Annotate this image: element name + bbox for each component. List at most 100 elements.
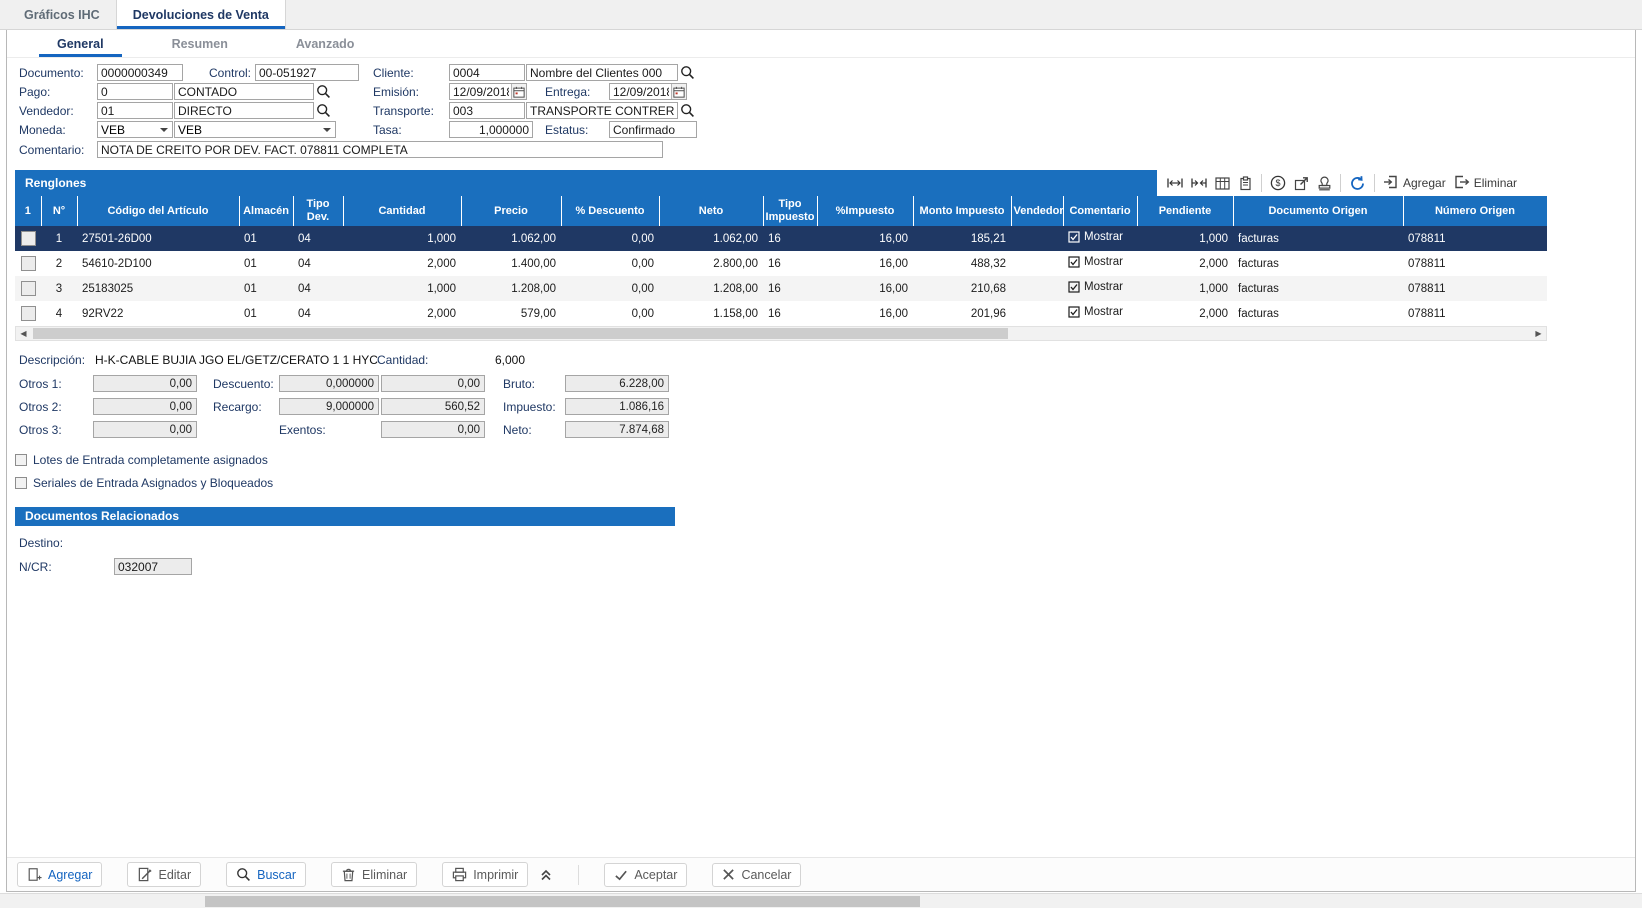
mostrar-button[interactable]: Mostrar [1068,231,1123,243]
impuesto-label: Impuesto: [503,400,556,414]
row-selector[interactable] [21,281,36,296]
vendedor-name-input[interactable] [174,102,314,119]
editar-button[interactable]: Editar [127,862,201,887]
renglones-eliminar-label: Eliminar [1474,176,1517,190]
grid-settings-icon[interactable] [1215,176,1230,191]
col-header-vendedor[interactable]: Vendedor [1011,196,1063,226]
cliente-code-input[interactable] [449,64,525,81]
scroll-right-icon[interactable]: ▶ [1531,327,1546,340]
page-horizontal-scrollbar[interactable] [0,893,1642,908]
transporte-code-input[interactable] [449,102,525,119]
col-header-precio[interactable]: Precio [461,196,561,226]
paste-icon[interactable] [1238,176,1253,191]
renglones-eliminar-button[interactable]: Eliminar [1454,174,1517,193]
cancelar-button[interactable]: Cancelar [712,863,801,887]
refresh-icon[interactable] [1349,175,1366,192]
tab-resumen[interactable]: Resumen [150,31,250,57]
cell-comentario: Mostrar [1063,301,1137,326]
entrega-calendar-icon[interactable] [671,84,686,99]
tab-avanzado[interactable]: Avanzado [274,31,377,57]
currency-icon[interactable]: $ [1270,175,1286,191]
col-header-documento-origen[interactable]: Documento Origen [1233,196,1403,226]
tab-graficos-ihc[interactable]: Gráficos IHC [8,0,116,29]
col-header-select[interactable]: 1 [15,196,41,226]
seriales-checkbox-label: Seriales de Entrada Asignados y Bloquead… [33,476,273,490]
add-row-icon [1383,174,1399,193]
pago-code-input[interactable] [97,83,173,100]
table-row[interactable]: 4 92RV22 01 04 2,000 579,00 0,00 1.158,0… [15,301,1547,326]
col-header-descuento[interactable]: % Descuento [561,196,659,226]
col-header-tipo-impuesto[interactable]: Tipo Impuesto [763,196,817,226]
mostrar-button[interactable]: Mostrar [1068,281,1123,293]
comentario-input[interactable] [97,141,663,158]
aceptar-button[interactable]: Aceptar [604,863,687,887]
imprimir-button[interactable]: Imprimir [442,862,528,887]
row-selector[interactable] [21,231,36,246]
stamp-icon[interactable] [1317,176,1332,191]
col-header-comentario[interactable]: Comentario [1063,196,1137,226]
scrollbar-thumb[interactable] [33,328,1008,339]
emision-date-field [449,83,527,100]
col-header-numero-origen[interactable]: Número Origen [1403,196,1547,226]
col-header-codigo[interactable]: Código del Artículo [77,196,239,226]
tasa-input[interactable] [449,121,533,138]
emision-calendar-icon[interactable] [511,84,526,99]
buscar-label: Buscar [257,868,296,882]
vendedor-code-input[interactable] [97,102,173,119]
table-row[interactable]: 1 27501-26D00 01 04 1,000 1.062,00 0,00 … [15,226,1547,251]
moneda-select-1[interactable]: VEB [97,121,173,138]
col-header-pct-impuesto[interactable]: %Impuesto [817,196,913,226]
col-header-tipo-dev[interactable]: Tipo Dev. [293,196,343,226]
chevron-down-icon [160,128,168,136]
cell-cantidad: 2,000 [343,251,461,276]
collapse-toolbar-icon[interactable] [539,868,553,882]
buscar-button[interactable]: Buscar [226,862,306,887]
col-header-monto-impuesto[interactable]: Monto Impuesto [913,196,1011,226]
col-header-cantidad[interactable]: Cantidad [343,196,461,226]
expand-columns-icon[interactable] [1167,177,1183,189]
edit-icon [137,867,152,882]
table-row[interactable]: 3 25183025 01 04 1,000 1.208,00 0,00 1.2… [15,276,1547,301]
scroll-left-icon[interactable]: ◀ [16,327,31,340]
control-input[interactable] [255,64,359,81]
mostrar-button[interactable]: Mostrar [1068,256,1123,268]
table-row[interactable]: 2 54610-2D100 01 04 2,000 1.400,00 0,00 … [15,251,1547,276]
pago-name-input[interactable] [174,83,314,100]
moneda-select-2[interactable]: VEB [174,121,336,138]
seriales-checkbox[interactable] [15,477,27,489]
row-selector[interactable] [21,256,36,271]
col-header-almacen[interactable]: Almacén [239,196,293,226]
svg-text:$: $ [1275,178,1280,188]
estatus-input[interactable] [609,121,697,138]
comment-check-icon [1068,231,1080,243]
moneda-label: Moneda: [19,123,66,137]
mostrar-button[interactable]: Mostrar [1068,306,1123,318]
agregar-button[interactable]: Agregar [17,862,102,887]
cell-precio: 1.062,00 [461,226,561,251]
tab-general[interactable]: General [35,31,126,57]
transporte-search-icon[interactable] [680,103,695,118]
scrollbar-thumb[interactable] [205,896,920,907]
col-header-pendiente[interactable]: Pendiente [1137,196,1233,226]
col-header-n[interactable]: N° [41,196,77,226]
pago-search-icon[interactable] [316,84,331,99]
cliente-name-input[interactable] [526,64,678,81]
documento-input[interactable] [97,64,183,81]
grid-horizontal-scrollbar[interactable]: ◀ ▶ [15,326,1547,341]
cliente-search-icon[interactable] [680,65,695,80]
export-icon[interactable] [1294,176,1309,191]
row-selector[interactable] [21,306,36,321]
renglones-agregar-button[interactable]: Agregar [1383,174,1446,193]
cell-tipo-dev: 04 [293,301,343,326]
tab-devoluciones-de-venta[interactable]: Devoluciones de Venta [116,0,286,29]
cell-codigo: 25183025 [77,276,239,301]
cell-n: 3 [41,276,77,301]
col-header-neto[interactable]: Neto [659,196,763,226]
lotes-checkbox[interactable] [15,454,27,466]
transporte-name-input[interactable] [526,102,678,119]
vendedor-search-icon[interactable] [316,103,331,118]
cancelar-label: Cancelar [741,868,791,882]
fit-columns-icon[interactable] [1191,177,1207,189]
eliminar-button[interactable]: Eliminar [331,862,417,887]
ncr-field [114,558,192,575]
